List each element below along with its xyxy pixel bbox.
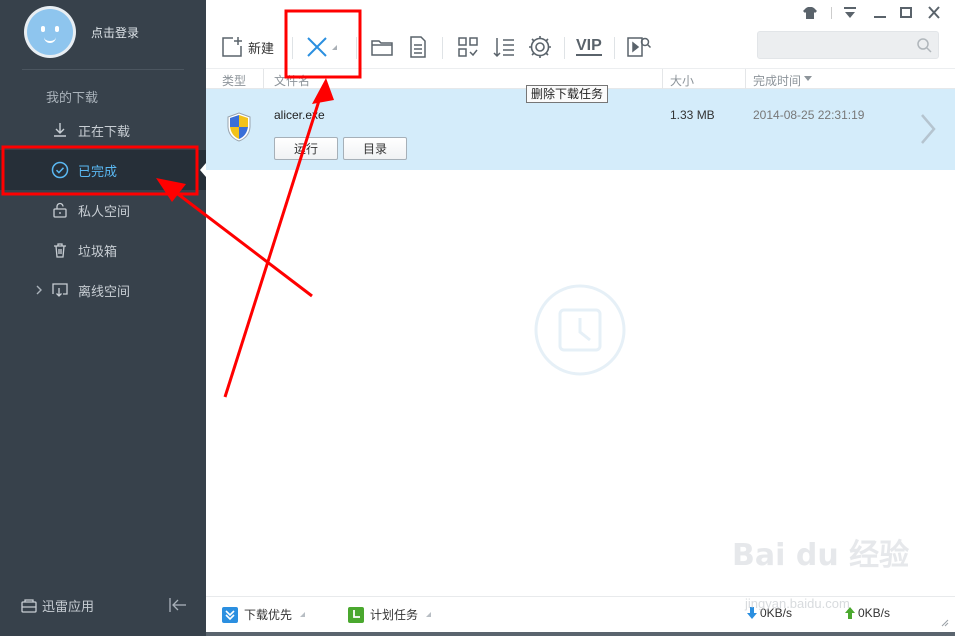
folder-icon <box>371 40 393 56</box>
vip-button[interactable]: VIP <box>576 34 602 60</box>
column-header-type[interactable]: 类型 <box>222 72 246 89</box>
sort-button[interactable] <box>492 34 516 60</box>
upload-speed-value: 0KB/s <box>858 606 891 620</box>
sidebar-item-downloading[interactable]: 正在下载 <box>0 110 206 150</box>
check-circle-icon <box>49 159 71 181</box>
delete-task-button[interactable] <box>304 34 338 60</box>
apps-icon <box>21 598 37 613</box>
column-header-completed-time[interactable]: 完成时间 <box>753 72 801 89</box>
completed-time: 2014-08-25 22:31:19 <box>753 108 865 122</box>
delete-x-icon <box>307 37 327 57</box>
open-directory-button[interactable]: 目录 <box>343 137 407 160</box>
open-folder-button[interactable] <box>370 34 394 60</box>
apps-label: 迅雷应用 <box>42 599 95 614</box>
close-icon[interactable] <box>924 5 944 21</box>
sort-icon <box>493 38 514 58</box>
sidebar-item-label: 正在下载 <box>78 123 131 139</box>
sidebar-footer: 迅雷应用 <box>0 590 206 620</box>
empty-clock-watermark-icon <box>534 284 626 376</box>
minimize-icon[interactable] <box>870 5 890 21</box>
toolbar-divider <box>614 37 615 59</box>
delete-tooltip: 删除下载任务 <box>526 85 609 103</box>
menu-icon[interactable] <box>840 5 860 21</box>
toolbar: 新建 VIP <box>206 0 955 70</box>
scheduled-task-label: 计划任务 <box>370 608 419 622</box>
sidebar-item-label: 已完成 <box>78 163 118 179</box>
unlock-icon <box>49 199 71 221</box>
sidebar-item-trash[interactable]: 垃圾箱 <box>0 230 206 270</box>
schedule-icon <box>348 606 364 623</box>
settings-button[interactable] <box>528 34 552 60</box>
avatar[interactable] <box>24 6 76 58</box>
vip-label: VIP <box>576 37 602 56</box>
toolbar-divider <box>564 37 565 59</box>
login-link[interactable]: 点击登录 <box>91 24 139 41</box>
file-name: alicer.exe <box>274 108 325 122</box>
column-divider <box>263 69 264 89</box>
search-icon <box>916 37 932 58</box>
toolbar-divider <box>292 37 293 59</box>
grid-view-icon <box>458 37 478 57</box>
chevron-right-icon[interactable] <box>916 109 940 149</box>
download-priority-button[interactable]: 下载优先 <box>222 606 306 623</box>
collapse-sidebar-icon[interactable] <box>167 595 189 615</box>
column-header-name[interactable]: 文件名 <box>274 72 310 89</box>
search-input[interactable] <box>757 31 939 59</box>
new-task-label: 新建 <box>248 40 275 56</box>
view-grid-button[interactable] <box>456 34 480 60</box>
baidu-watermark-url: jingyan.baidu.com <box>745 596 850 611</box>
dropdown-triangle-icon <box>332 45 337 50</box>
toolbar-divider <box>356 37 357 59</box>
column-header-size[interactable]: 大小 <box>670 72 694 89</box>
gear-icon <box>529 36 551 58</box>
file-icon <box>410 36 426 58</box>
sidebar-item-label: 私人空间 <box>78 203 131 219</box>
sidebar-item-offline-space[interactable]: 离线空间 <box>0 270 206 310</box>
download-priority-label: 下载优先 <box>244 608 293 622</box>
sidebar: 点击登录 我的下载 正在下载 已完成 私人空间 垃圾箱 离线空间 迅雷应用 <box>0 0 206 636</box>
window-control-divider <box>831 7 832 19</box>
resize-grip-icon[interactable] <box>939 616 949 627</box>
new-task-button[interactable]: 新建 <box>220 34 274 60</box>
new-task-icon <box>222 37 242 57</box>
sidebar-item-label: 垃圾箱 <box>78 243 118 259</box>
dropdown-triangle-icon <box>300 612 306 617</box>
avatar-eye <box>41 26 45 32</box>
sidebar-item-private-space[interactable]: 私人空间 <box>0 190 206 230</box>
avatar-eye <box>55 26 59 32</box>
sidebar-divider <box>22 69 184 70</box>
desktop-background <box>206 632 955 636</box>
sidebar-item-completed[interactable]: 已完成 <box>0 150 206 190</box>
dropdown-triangle-icon <box>426 612 432 617</box>
media-play-button[interactable] <box>626 34 652 60</box>
thunder-window: 点击登录 我的下载 正在下载 已完成 私人空间 垃圾箱 离线空间 迅雷应用 新建… <box>0 0 955 636</box>
priority-icon <box>222 606 238 623</box>
download-icon <box>49 119 71 141</box>
thunder-apps-link[interactable]: 迅雷应用 <box>20 596 94 615</box>
sort-desc-icon <box>804 76 812 81</box>
file-size: 1.33 MB <box>670 108 715 122</box>
avatar-face-icon <box>27 9 73 55</box>
column-divider <box>662 69 663 89</box>
baidu-watermark: Bai du 经验 <box>732 538 910 573</box>
cloud-download-icon <box>49 279 71 301</box>
upload-speed: 0KB/s <box>844 606 890 620</box>
exe-shield-icon <box>225 111 253 143</box>
chevron-right-icon[interactable] <box>34 282 44 298</box>
open-file-button[interactable] <box>406 34 430 60</box>
skin-icon[interactable] <box>800 5 820 21</box>
sidebar-item-label: 离线空间 <box>78 283 131 299</box>
trash-icon <box>49 239 71 261</box>
run-button[interactable]: 运行 <box>274 137 338 160</box>
avatar-mouth <box>44 37 56 43</box>
scheduled-task-button[interactable]: 计划任务 <box>348 606 432 623</box>
maximize-icon[interactable] <box>896 5 916 21</box>
toolbar-divider <box>442 37 443 59</box>
sidebar-section-title: 我的下载 <box>46 90 99 105</box>
column-divider <box>745 69 746 89</box>
video-search-icon <box>627 37 652 57</box>
